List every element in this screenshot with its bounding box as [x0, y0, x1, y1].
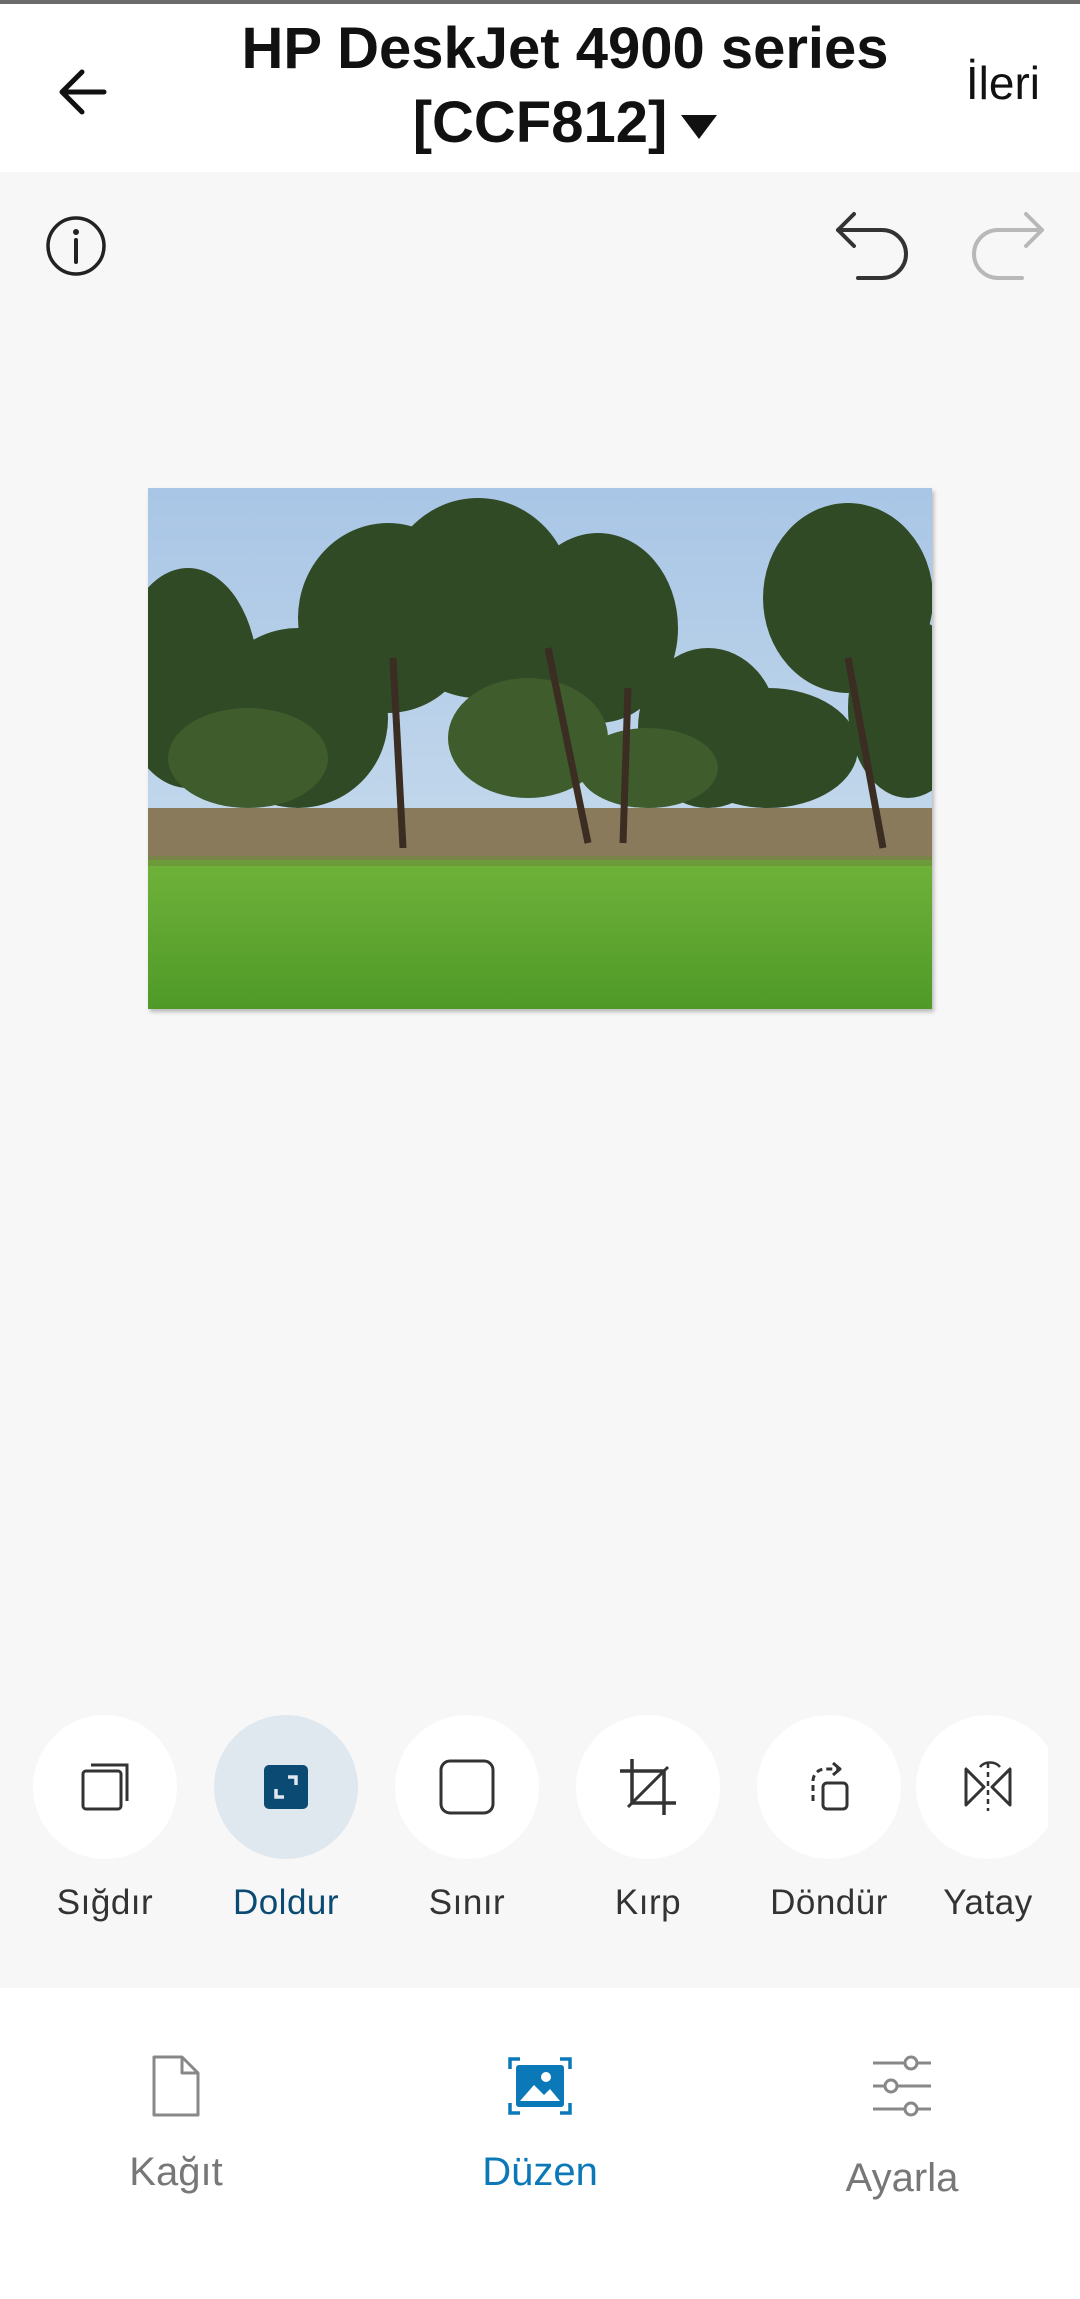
layout-image-icon	[508, 2057, 572, 2115]
nav-paper[interactable]: Kağıt	[26, 2046, 326, 2195]
tool-crop[interactable]: Kırp	[568, 1715, 728, 1923]
fill-icon	[264, 1765, 308, 1809]
nav-layout[interactable]: Düzen	[390, 2046, 690, 2195]
tool-border-label: Sınır	[428, 1883, 506, 1922]
tool-border[interactable]: Sınır	[387, 1715, 547, 1923]
tool-rotate[interactable]: Döndür	[749, 1715, 909, 1923]
nav-paper-label: Kağıt	[129, 2150, 223, 2194]
tool-crop-circle	[576, 1715, 720, 1859]
history-toolbar	[0, 190, 1080, 300]
tool-fit-label: Sığdır	[56, 1883, 154, 1922]
bottom-navigation: Kağıt Düzen Ayarla	[0, 1988, 1080, 2299]
tool-fit[interactable]: Sığdır	[25, 1715, 185, 1923]
arrow-left-icon	[59, 69, 107, 115]
printer-name: HP DeskJet 4900 series	[241, 16, 889, 81]
tool-fit-circle	[33, 1715, 177, 1859]
tool-flip-horizontal[interactable]: Yatay	[908, 1715, 1048, 1923]
nav-adjust[interactable]: Ayarla	[752, 2046, 1052, 2201]
tool-flip-horizontal-circle	[916, 1715, 1048, 1859]
tool-rotate-label: Döndür	[770, 1883, 888, 1922]
tool-rotate-circle	[757, 1715, 901, 1859]
info-icon	[46, 216, 106, 276]
tool-fill[interactable]: Doldur	[206, 1715, 366, 1923]
info-button[interactable]	[40, 210, 112, 282]
tool-fill-circle	[214, 1715, 358, 1859]
fit-icon	[81, 1763, 129, 1811]
redo-icon	[972, 212, 1044, 280]
crop-icon	[620, 1759, 676, 1815]
redo-button[interactable]	[964, 204, 1050, 284]
edit-tools-bar: Sığdır Doldur Sınır Kırp Döndür Yatay	[0, 1715, 1048, 1955]
paper-icon	[152, 2055, 200, 2117]
nav-adjust-label: Ayarla	[845, 2156, 959, 2200]
printer-id: [CCF812]	[412, 90, 668, 155]
printer-selector[interactable]: HP DeskJet 4900 series [CCF812]	[200, 12, 930, 160]
tool-fill-label: Doldur	[232, 1883, 340, 1922]
photo-preview[interactable]	[148, 488, 932, 1009]
tool-crop-label: Kırp	[614, 1883, 682, 1922]
undo-icon	[836, 212, 908, 280]
header: HP DeskJet 4900 series [CCF812] İleri	[0, 4, 1080, 172]
next-button[interactable]: İleri	[966, 56, 1040, 110]
back-button[interactable]	[38, 52, 126, 132]
nav-layout-label: Düzen	[482, 2150, 598, 2194]
undo-button[interactable]	[830, 204, 916, 284]
dropdown-caret-icon	[681, 114, 718, 139]
tool-border-circle	[395, 1715, 539, 1859]
border-icon	[439, 1759, 495, 1815]
rotate-icon	[811, 1761, 849, 1811]
adjust-sliders-icon	[873, 2055, 931, 2117]
flip-horizontal-icon	[964, 1761, 1012, 1811]
tool-flip-horizontal-label: Yatay	[943, 1883, 1033, 1922]
landscape-photo	[148, 488, 932, 1009]
